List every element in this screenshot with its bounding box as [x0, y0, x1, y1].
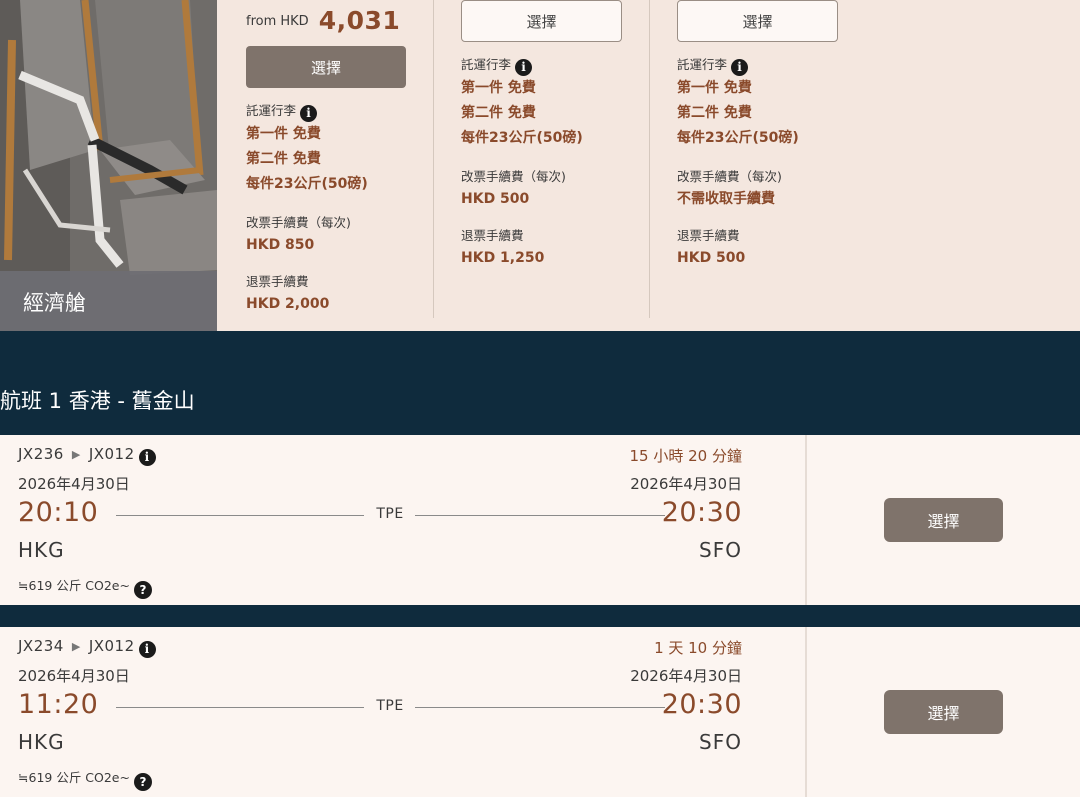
flight-number: JX234 [18, 637, 64, 655]
change-fee-label: 改票手續費（每次) [246, 215, 351, 230]
destination-airport: SFO [699, 730, 742, 754]
fare-panel: 經濟艙 from HKD 4,031 選擇 託運行李 i 第一件 免費 第二件 免費… [0, 0, 1080, 331]
flight-number: JX012 [88, 445, 135, 463]
arrival-date: 2026年4月30日 [630, 475, 742, 493]
refund-fee-label: 退票手續費 [461, 228, 524, 243]
fare-option-3: 選擇 託運行李 i 第一件 免費 第二件 免費 每件23公斤(50磅) 改票手續費… [677, 0, 865, 331]
departure-time: 11:20 [18, 689, 99, 720]
departure-date: 2026年4月30日 [18, 475, 130, 493]
refund-fee: 退票手續費 HKD 500 [677, 226, 867, 271]
co2-emission: ≒619 公斤 CO2e~? [18, 575, 152, 599]
question-icon[interactable]: ? [133, 581, 152, 599]
select-fare-button[interactable]: 選擇 [677, 0, 838, 42]
select-fare-button[interactable]: 選擇 [461, 0, 622, 42]
co2-text: ≒619 公斤 CO2e~ [18, 770, 130, 785]
departure-time: 20:10 [18, 497, 99, 528]
info-icon[interactable]: i [731, 59, 749, 76]
select-fare-button[interactable]: 選擇 [246, 46, 406, 88]
question-icon[interactable]: ? [133, 773, 152, 791]
arrival-time: 20:30 [661, 497, 742, 528]
refund-fee-label: 退票手續費 [677, 228, 740, 243]
baggage-line: 第二件 免費 [677, 105, 752, 121]
play-arrow-icon: ▶ [71, 448, 81, 461]
baggage-info: 託運行李 i 第一件 免費 第二件 免費 每件23公斤(50磅) [677, 55, 867, 151]
route-line [116, 707, 364, 708]
baggage-line: 第二件 免費 [461, 105, 536, 121]
baggage-label: 託運行李 [461, 57, 512, 72]
baggage-line: 每件23公斤(50磅) [677, 130, 799, 146]
refund-fee-value: HKD 1,250 [461, 250, 545, 266]
refund-fee-label: 退票手續費 [246, 274, 309, 289]
change-fee-value: 不需收取手續費 [677, 191, 775, 207]
change-fee-label: 改票手續費（每次) [677, 169, 782, 184]
co2-text: ≒619 公斤 CO2e~ [18, 578, 130, 593]
flight-card[interactable]: JX236 ▶ JX012 i 15 小時 20 分鐘 2026年4月30日 2026… [0, 435, 1080, 605]
departure-date: 2026年4月30日 [18, 667, 130, 685]
flight-number: JX236 [18, 445, 64, 463]
baggage-line: 每件23公斤(50磅) [246, 176, 368, 192]
play-arrow-icon: ▶ [71, 640, 81, 653]
price-value: 4,031 [318, 6, 401, 35]
flight-duration: 15 小時 20 分鐘 [629, 447, 742, 465]
flight-numbers: JX234 ▶ JX012 i [18, 637, 156, 658]
flight-duration: 1 天 10 分鐘 [654, 639, 742, 657]
change-fee-value: HKD 850 [246, 237, 315, 253]
change-fee-label: 改票手續費（每次) [461, 169, 566, 184]
route-line [415, 515, 665, 516]
cabin-photo: 經濟艙 [0, 0, 217, 331]
route-line [116, 515, 364, 516]
baggage-info: 託運行李 i 第一件 免費 第二件 免費 每件23公斤(50磅) [246, 101, 436, 197]
stopover-airport: TPE [376, 506, 404, 522]
card-divider [805, 627, 807, 797]
origin-airport: HKG [18, 730, 65, 754]
info-icon[interactable]: i [515, 59, 533, 76]
info-icon[interactable]: i [300, 105, 318, 122]
change-fee: 改票手續費（每次) HKD 850 [246, 213, 436, 258]
from-label: from HKD [246, 14, 309, 29]
route-line [415, 707, 665, 708]
info-icon[interactable]: i [138, 641, 156, 658]
origin-airport: HKG [18, 538, 65, 562]
change-fee: 改票手續費（每次) 不需收取手續費 [677, 167, 867, 212]
flight-number: JX012 [88, 637, 135, 655]
info-icon[interactable]: i [138, 449, 156, 466]
change-fee-value: HKD 500 [461, 191, 530, 207]
card-divider [805, 435, 807, 605]
fare-price: from HKD 4,031 [246, 6, 400, 35]
fare-option-1: from HKD 4,031 選擇 託運行李 i 第一件 免費 第二件 免費 每件2… [246, 0, 433, 331]
fare-option-2: 選擇 託運行李 i 第一件 免費 第二件 免費 每件23公斤(50磅) 改票手續費… [461, 0, 649, 331]
change-fee: 改票手續費（每次) HKD 500 [461, 167, 651, 212]
stopover-airport: TPE [376, 698, 404, 714]
baggage-line: 第一件 免費 [461, 80, 536, 96]
refund-fee: 退票手續費 HKD 2,000 [246, 272, 436, 317]
arrival-date: 2026年4月30日 [630, 667, 742, 685]
refund-fee-value: HKD 500 [677, 250, 746, 266]
column-divider [649, 0, 650, 318]
route-heading: 航班 1 香港 - 舊金山 [0, 389, 195, 413]
baggage-info: 託運行李 i 第一件 免費 第二件 免費 每件23公斤(50磅) [461, 55, 651, 151]
destination-airport: SFO [699, 538, 742, 562]
column-divider [433, 0, 434, 318]
co2-emission: ≒619 公斤 CO2e~? [18, 767, 152, 791]
select-flight-button[interactable]: 選擇 [884, 498, 1003, 542]
flight-numbers: JX236 ▶ JX012 i [18, 445, 156, 466]
select-flight-button[interactable]: 選擇 [884, 690, 1003, 734]
flight-card[interactable]: JX234 ▶ JX012 i 1 天 10 分鐘 2026年4月30日 2026年4… [0, 627, 1080, 797]
arrival-time: 20:30 [661, 689, 742, 720]
baggage-line: 第二件 免費 [246, 151, 321, 167]
baggage-line: 第一件 免費 [677, 80, 752, 96]
refund-fee-value: HKD 2,000 [246, 296, 330, 312]
baggage-label: 託運行李 [246, 103, 297, 118]
baggage-label: 託運行李 [677, 57, 728, 72]
cabin-class-label: 經濟艙 [0, 271, 217, 331]
baggage-line: 第一件 免費 [246, 126, 321, 142]
refund-fee: 退票手續費 HKD 1,250 [461, 226, 651, 271]
baggage-line: 每件23公斤(50磅) [461, 130, 583, 146]
